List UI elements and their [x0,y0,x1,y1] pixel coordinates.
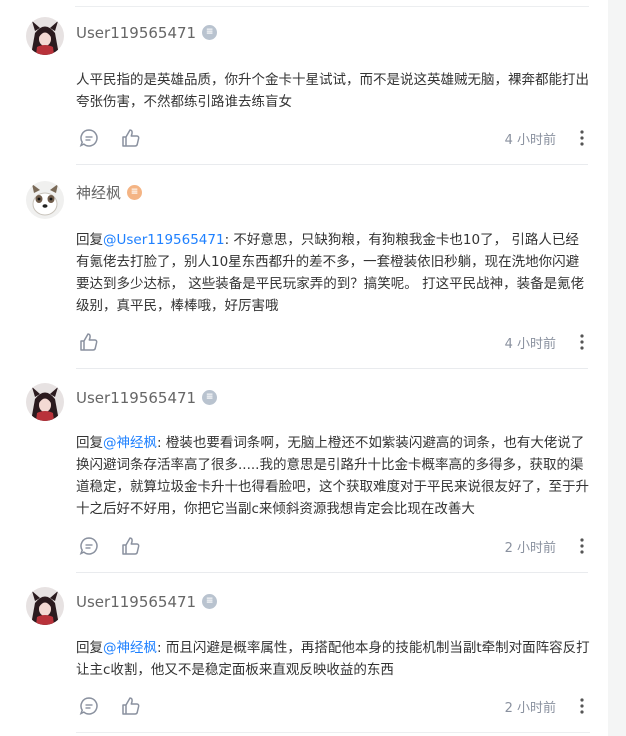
scrollbar-track[interactable] [608,0,626,736]
reply-prefix: 回复 [76,435,103,451]
timestamp: 4 小时前 [504,337,556,352]
username-text[interactable]: User119565471 [76,24,196,42]
username-text[interactable]: User119565471 [76,389,196,407]
username[interactable]: 神经枫 ≡ [76,183,143,203]
like-icon[interactable] [120,535,142,557]
divider [76,732,590,733]
comment-content: 回复@神经枫: 而且闪避是概率属性，再搭配他本身的技能机制当副t牵制对面阵容反打… [76,637,592,681]
timestamp: 2 小时前 [504,541,556,556]
comment-icon[interactable] [78,127,100,149]
timestamp: 4 小时前 [504,133,556,148]
divider [75,6,589,7]
comment-actions: 4 小时前 [76,127,592,151]
comment-actions: 2 小时前 [76,535,592,559]
comment-icon[interactable] [78,695,100,717]
more-options-icon[interactable] [574,331,590,353]
divider [76,368,588,369]
user-level-badge: ≡ [202,594,218,609]
avatar[interactable] [26,383,64,421]
comment-content: 回复@User119565471: 不好意思，只缺狗粮，有狗粮我金卡也10了， … [76,229,592,317]
user-level-badge: ≡ [202,25,218,40]
comment-feed: User119565471 ≡ 人平民指的是英雄品质，你升个金卡十星试试，而不是说… [0,0,626,736]
username-text[interactable]: 神经枫 [76,184,121,202]
divider [76,164,588,165]
user-level-badge: ≡ [127,185,143,200]
mention-link[interactable]: @神经枫 [103,640,157,656]
more-options-icon[interactable] [574,695,590,717]
timestamp: 2 小时前 [504,701,556,716]
like-icon[interactable] [120,127,142,149]
username[interactable]: User119565471 ≡ [76,388,218,408]
comment-panel: User119565471 ≡ 人平民指的是英雄品质，你升个金卡十星试试，而不是说… [0,0,608,736]
avatar[interactable] [26,181,64,219]
comment-actions: 2 小时前 [76,695,592,719]
avatar[interactable] [26,587,64,625]
user-level-badge: ≡ [202,390,218,405]
comment-icon[interactable] [78,535,100,557]
username[interactable]: User119565471 ≡ [76,592,218,612]
comment-text: 人平民指的是英雄品质，你升个金卡十星试试，而不是说这英雄贼无脑，裸奔都能打出夸张… [76,72,589,110]
reply-prefix: 回复 [76,232,103,248]
reply-prefix: 回复 [76,640,103,656]
username[interactable]: User119565471 ≡ [76,23,218,43]
like-icon[interactable] [120,695,142,717]
avatar[interactable] [26,17,64,55]
username-text[interactable]: User119565471 [76,593,196,611]
divider [76,572,588,573]
mention-link[interactable]: @User119565471 [103,232,225,248]
more-options-icon[interactable] [574,535,590,557]
comment-content: 人平民指的是英雄品质，你升个金卡十星试试，而不是说这英雄贼无脑，裸奔都能打出夸张… [76,69,592,113]
comment-content: 回复@神经枫: 橙装也要看词条啊，无脑上橙还不如紫装闪避高的词条，也有大佬说了换… [76,432,592,520]
more-options-icon[interactable] [574,127,590,149]
like-icon[interactable] [78,331,100,353]
mention-link[interactable]: @神经枫 [103,435,157,451]
comment-actions: 4 小时前 [76,331,592,355]
